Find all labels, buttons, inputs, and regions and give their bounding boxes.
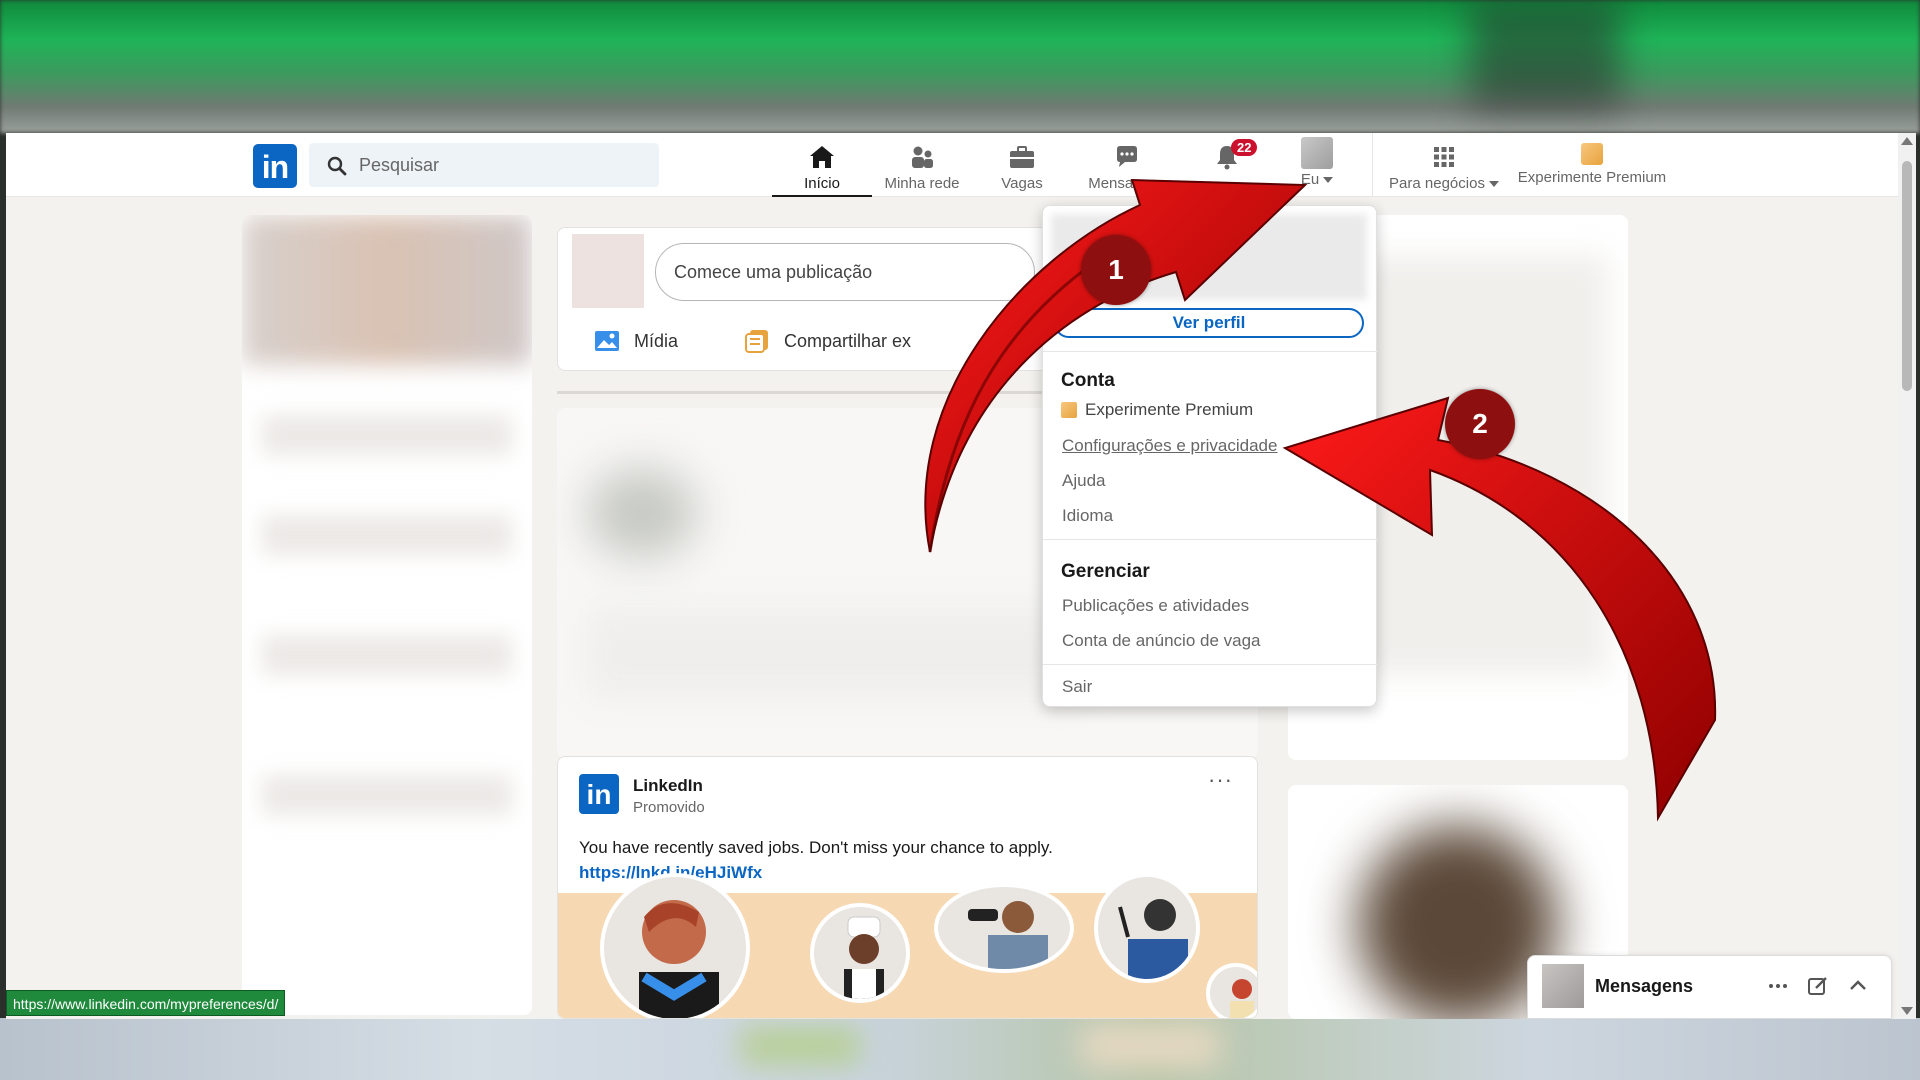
chevron-down-icon [1488,181,1499,188]
nav-jobs-label: Vagas [1001,175,1043,192]
try-premium-link[interactable]: Experimente Premium [1061,400,1253,420]
nav-jobs[interactable]: Vagas [972,133,1072,197]
nav-messaging-label: Mensagens [1088,175,1166,192]
try-premium-label: Experimente Premium [1085,400,1254,419]
nav-messaging[interactable]: Mensagens [1072,133,1182,197]
nav-me-label: Eu [1300,171,1320,188]
help-link[interactable]: Ajuda [1062,471,1105,491]
search-box[interactable] [309,143,659,187]
person-illustration-icon [1206,963,1257,1018]
premium-icon [1581,143,1603,165]
nav-premium-label: Experimente Premium [1517,169,1667,186]
profile-card-blurred [242,215,532,1015]
promo-illustration [558,873,1257,1018]
linkedin-logo[interactable]: in [253,144,297,188]
promo-subtitle: Promovido [633,799,705,816]
nav-home[interactable]: Início [772,133,872,197]
promo-body: You have recently saved jobs. Don't miss… [579,838,1053,857]
dropdown-divider [1043,351,1378,352]
chef-illustration-icon [810,903,910,1003]
job-posting-account-link[interactable]: Conta de anúncio de vaga [1062,631,1261,651]
briefcase-icon [1010,146,1034,168]
compose-icon[interactable] [1806,974,1830,998]
scroll-thumb[interactable] [1902,161,1912,391]
network-icon [912,146,933,168]
page-scrollbar[interactable] [1898,133,1916,1019]
image-icon [595,331,619,351]
step-1-marker: 1 [1081,235,1151,305]
share-label: Compartilhar ex [784,330,912,351]
dropdown-divider [1043,539,1378,540]
scroll-down-icon[interactable] [1901,1007,1913,1015]
nav-premium[interactable]: Experimente Premium [1512,133,1672,197]
messaging-icon [1117,146,1137,167]
manage-section-title: Gerenciar [1061,561,1150,582]
nav-network-label: Minha rede [884,175,960,192]
nav-divider [1372,133,1373,197]
home-icon [810,146,834,168]
background-bottom-blur [0,1018,1920,1080]
promoted-post: in LinkedIn Promovido ··· You have recen… [557,756,1258,1019]
messaging-title: Mensagens [1595,976,1694,996]
explorer-illustration-icon [934,883,1074,973]
dropdown-divider [1043,664,1378,665]
language-link[interactable]: Idioma [1062,506,1113,526]
avatar [572,234,644,308]
worker-illustration-icon [1094,873,1200,983]
start-post-button[interactable]: Comece uma publicação [655,243,1035,301]
nav-notifications[interactable]: 22 [1182,133,1272,197]
more-options-icon[interactable]: ··· [1208,767,1233,793]
promo-company-name[interactable]: LinkedIn [633,776,703,796]
chevron-up-icon[interactable] [1846,974,1870,998]
article-icon [745,330,768,353]
messaging-overlay[interactable]: Mensagens [1527,955,1892,1019]
top-nav: in Início Minha rede [6,133,1916,197]
share-expertise-button[interactable]: Compartilhar ex [744,324,911,358]
chevron-down-icon [1323,177,1334,184]
nav-business-label: Para negócios [1389,175,1485,192]
nav-home-label: Início [804,175,840,192]
status-bar-url: https://www.linkedin.com/mypreferences/d… [6,990,286,1016]
media-label: Mídia [634,330,679,351]
nav-business[interactable]: Para negócios [1382,133,1506,197]
search-icon [327,156,347,176]
avatar [1542,964,1584,1008]
more-options-icon[interactable] [1766,974,1790,998]
posts-activity-link[interactable]: Publicações e atividades [1062,596,1249,616]
background-top-blur [0,0,1920,133]
nav-me[interactable]: Eu [1272,133,1362,197]
linkedin-logo[interactable]: in [579,774,619,814]
nav-network[interactable]: Minha rede [872,133,972,197]
avatar [1301,137,1333,169]
person-illustration-icon [600,873,750,1018]
view-profile-button[interactable]: Ver perfil [1054,308,1364,338]
settings-privacy-link[interactable]: Configurações e privacidade [1062,436,1277,456]
premium-icon [1061,402,1077,418]
notification-badge: 22 [1231,139,1258,156]
scroll-up-icon[interactable] [1901,137,1913,145]
browser-viewport: in Início Minha rede [6,133,1916,1019]
sign-out-link[interactable]: Sair [1062,677,1092,697]
step-2-marker: 2 [1445,389,1515,459]
media-button[interactable]: Mídia [594,324,678,358]
grid-icon [1434,147,1454,167]
account-section-title: Conta [1061,370,1115,391]
search-input[interactable] [359,143,649,187]
